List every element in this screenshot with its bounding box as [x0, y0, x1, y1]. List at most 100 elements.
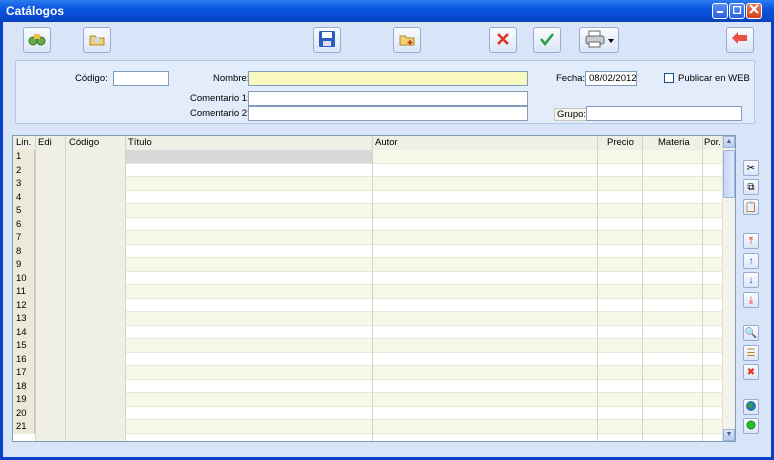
move-down-icon: ↓	[748, 274, 754, 286]
delete-row-button[interactable]: ✖	[743, 364, 759, 380]
col-header-por[interactable]: Por.	[704, 137, 721, 148]
row-number[interactable]: 2	[13, 163, 35, 177]
row-number[interactable]: 6	[13, 217, 35, 231]
move-bottom-button[interactable]: ⤓	[743, 292, 759, 308]
col-header-precio[interactable]: Precio	[607, 137, 634, 148]
col-header-materia[interactable]: Materia	[658, 137, 690, 148]
comentario2-field[interactable]	[248, 106, 528, 121]
row-number[interactable]: 12	[13, 298, 35, 312]
scroll-down-arrow[interactable]: ▼	[723, 429, 735, 441]
codigo-field[interactable]	[113, 71, 169, 86]
save-icon	[318, 30, 336, 51]
grupo-field[interactable]	[586, 106, 742, 121]
find-button[interactable]: 🔍	[743, 325, 759, 341]
row-number[interactable]: 20	[13, 406, 35, 420]
row-number[interactable]: 4	[13, 190, 35, 204]
properties-button[interactable]: ☰	[743, 345, 759, 361]
row-number[interactable]: 5	[13, 204, 35, 218]
vertical-scrollbar[interactable]: ▲ ▼	[722, 136, 735, 441]
comentario2-label: Comentario 2:	[190, 108, 250, 119]
comentario1-field[interactable]	[248, 91, 528, 106]
col-header-codigo[interactable]: Código	[69, 137, 99, 148]
web-button[interactable]	[743, 399, 759, 415]
titlebar[interactable]: Catálogos	[0, 0, 774, 22]
col-divider	[125, 136, 126, 441]
header-form: Código: Nombre: Fecha: 08/02/2012 Public…	[15, 60, 755, 124]
codigo-column	[65, 150, 125, 441]
items-grid[interactable]: Lin. Edi Código Título Autor Precio Mate…	[12, 135, 736, 442]
save-button[interactable]	[313, 27, 341, 53]
col-divider	[35, 136, 36, 441]
status-button[interactable]	[743, 418, 759, 434]
scroll-up-arrow[interactable]: ▲	[723, 136, 735, 148]
scroll-thumb[interactable]	[723, 150, 735, 198]
row-number[interactable]: 11	[13, 285, 35, 299]
row-number[interactable]: 1	[13, 150, 35, 164]
move-top-icon: ⤒	[748, 235, 754, 247]
col-header-lin[interactable]: Lin.	[16, 137, 31, 148]
row-number[interactable]: 17	[13, 366, 35, 380]
row-number[interactable]: 13	[13, 312, 35, 326]
fecha-label: Fecha:	[556, 73, 586, 84]
row-number[interactable]: 16	[13, 352, 35, 366]
print-icon	[584, 30, 606, 51]
find-icon: 🔍	[744, 327, 758, 339]
col-header-autor[interactable]: Autor	[375, 137, 398, 148]
row-number[interactable]: 7	[13, 231, 35, 245]
exit-button[interactable]	[726, 27, 754, 53]
codigo-label: Código:	[75, 73, 108, 84]
row-number[interactable]: 10	[13, 271, 35, 285]
paste-icon: 📋	[744, 201, 758, 213]
selected-cell[interactable]	[125, 150, 372, 163]
cut-icon: ✂	[746, 162, 756, 174]
binoculars-icon	[28, 31, 46, 50]
row-number[interactable]: 8	[13, 244, 35, 258]
col-divider	[702, 136, 703, 441]
move-down-button[interactable]: ↓	[743, 272, 759, 288]
nombre-field[interactable]	[248, 71, 528, 86]
comentario1-label: Comentario 1:	[190, 93, 250, 104]
copy-icon: ⧉	[747, 181, 755, 193]
new-document-icon	[398, 31, 416, 50]
grid-header: Lin. Edi Código Título Autor Precio Mate…	[13, 136, 725, 151]
move-up-button[interactable]: ↑	[743, 253, 759, 269]
row-number[interactable]: 3	[13, 177, 35, 191]
minimize-button[interactable]	[712, 3, 728, 19]
toolbar	[3, 22, 771, 60]
maximize-button[interactable]	[729, 3, 745, 19]
edi-column	[35, 150, 65, 441]
copy-button[interactable]: ⧉	[743, 179, 759, 195]
row-number[interactable]: 15	[13, 339, 35, 353]
col-divider	[597, 136, 598, 441]
chevron-down-icon[interactable]	[608, 34, 614, 46]
row-number[interactable]: 9	[13, 258, 35, 272]
accept-button[interactable]	[533, 27, 561, 53]
paste-button[interactable]: 📋	[743, 199, 759, 215]
col-divider	[65, 136, 66, 441]
globe-icon	[745, 400, 757, 415]
exit-icon	[731, 31, 749, 49]
col-divider	[372, 136, 373, 441]
new-button[interactable]	[393, 27, 421, 53]
row-number[interactable]: 18	[13, 379, 35, 393]
print-button[interactable]	[579, 27, 619, 53]
row-number[interactable]: 19	[13, 393, 35, 407]
move-bottom-icon: ⤓	[748, 294, 754, 306]
window-title: Catálogos	[6, 4, 65, 18]
delete-button[interactable]	[489, 27, 517, 53]
grupo-button[interactable]: Grupo:	[554, 108, 590, 121]
open-button[interactable]	[83, 27, 111, 53]
col-header-edi[interactable]: Edi	[38, 137, 52, 148]
move-up-icon: ↑	[748, 255, 754, 267]
row-number[interactable]: 14	[13, 325, 35, 339]
search-button[interactable]	[23, 27, 51, 53]
delete-icon	[496, 32, 510, 49]
move-top-button[interactable]: ⤒	[743, 233, 759, 249]
fecha-field[interactable]: 08/02/2012	[585, 71, 637, 86]
col-header-titulo[interactable]: Título	[128, 137, 152, 148]
cut-button[interactable]: ✂	[743, 160, 759, 176]
close-button[interactable]	[746, 3, 762, 19]
open-folder-icon	[88, 31, 106, 50]
publicar-web-checkbox[interactable]	[664, 73, 674, 83]
row-number[interactable]: 21	[13, 420, 35, 434]
